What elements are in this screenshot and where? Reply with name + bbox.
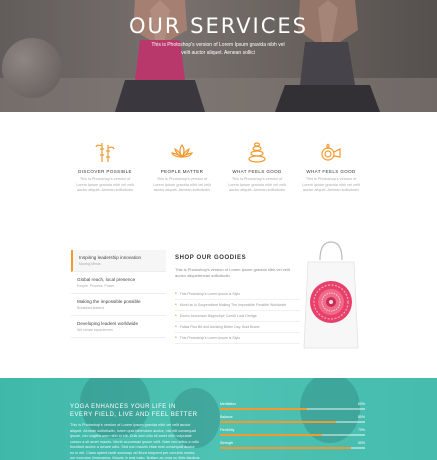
feature-item: WHAT FEELS GOOD This is Photoshop's vers… [296,140,366,194]
skill-track [220,434,365,436]
feature-desc: This is Photoshop's version of Lorem Ips… [228,177,286,192]
leadership-tab-sub: Moving Minds [79,262,101,266]
leadership-tab[interactable]: Inspiring leadership innovation Moving M… [71,250,166,272]
leadership-tabs: Inspiring leadership innovation Moving M… [71,250,166,338]
skill-percent: 80% [357,415,365,419]
skill-fill [220,434,322,436]
feature-item: WHAT FEELS GOOD This is Photoshop's vers… [222,140,292,194]
bamboo-icon [95,143,115,162]
skills-list: Meditation 60% Balance 80% Flexibility 7… [220,402,365,454]
skill-name: Meditation [220,402,237,406]
skill-fill [220,421,336,423]
list-item: Morbi ac lo Suspendisse Making The Impos… [175,300,300,311]
feature-item: PEOPLE MATTER This is Photoshop's versio… [147,140,217,194]
leadership-tab-title: Making the impossible possible [77,299,141,304]
feature-title: WHAT FEELS GOOD [306,169,356,174]
goodies-list: This Photoshop's Lorem Ipsum is Stylo Mo… [175,289,300,344]
shopping-bag-image [303,241,359,349]
feature-title: PEOPLE MATTER [160,169,204,174]
banner-desc: This is Photoshop's version of Lorem Ips… [70,423,200,459]
feature-desc: This is Photoshop's version of Lorem Ips… [302,177,360,192]
lotus-icon [170,144,194,159]
leadership-tab-title: Global reach, local presence [77,277,136,282]
feature-title: WHAT FEELS GOOD [232,169,282,174]
skill-fill [220,408,307,410]
leadership-tab-title: Inspiring leadership innovation [79,255,142,260]
goodies-desc: This is Photoshop's version of Lorem Ips… [175,267,290,278]
skill-track [220,408,365,410]
feature-item: DISCOVER POSSIBLE This is Photoshop's ve… [70,140,140,194]
list-item: Donec Accumsan Bagendipe Condit Look Dre… [175,311,300,322]
goodies-title: SHOP OUR GOODIES [175,255,247,261]
hero-subtitle: This is Photoshop's version of Lorem Ips… [151,42,285,56]
skill-bar: Meditation 60% [220,402,365,415]
leadership-tab[interactable]: Making the impossible possible Breakfast… [71,294,166,316]
leadership-tab-title: Developing leaders worldwide [77,321,139,326]
feature-title: DISCOVER POSSIBLE [78,169,132,174]
skill-name: Flexibility [220,428,235,432]
hero-title: OUR SERVICES [128,14,309,38]
skill-percent: 90% [357,441,365,445]
skill-bar: Balance 80% [220,415,365,428]
leadership-tab[interactable]: Developing leaders worldwide We create e… [71,316,166,338]
skill-track [220,447,365,449]
skill-name: Balance [220,415,233,419]
shop-goodies: SHOP OUR GOODIES This is Photoshop's ver… [175,255,300,344]
skill-fill [220,447,351,449]
skill-bar: Flexibility 70% [220,428,365,441]
features-row: DISCOVER POSSIBLE This is Photoshop's ve… [70,140,370,210]
yoga-benefits-banner: YOGA ENHANCES YOUR LIFE IN EVERY FIELD, … [0,378,437,460]
leadership-tab-sub: Breakfast leaders [77,306,105,310]
skill-percent: 70% [357,428,365,432]
list-item: This Photoshop's Lorem Ipsum is Stylo [175,333,300,344]
skill-name: Strength [220,441,234,445]
skill-percent: 60% [357,402,365,406]
list-item: This Photoshop's Lorem Ipsum is Stylo [175,289,300,300]
skill-track [220,421,365,423]
banner-title: YOGA ENHANCES YOUR LIFE IN EVERY FIELD, … [70,404,198,418]
feature-desc: This is Photoshop's version of Lorem Ips… [153,177,211,192]
leadership-tab-sub: We create experiences [77,328,113,332]
skill-bar: Strength 90% [220,441,365,454]
stones-icon [248,142,266,163]
leadership-tab[interactable]: Global reach, local presence People. Pro… [71,272,166,294]
feature-desc: This is Photoshop's version of Lorem Ips… [76,177,134,192]
candle-icon [321,143,341,161]
list-item: Fatias Plus Bit and Advising Better Day.… [175,322,300,333]
leadership-tab-sub: People. Process. Power [77,284,115,288]
hero-banner: OUR SERVICES This is Photoshop's version… [0,0,437,112]
